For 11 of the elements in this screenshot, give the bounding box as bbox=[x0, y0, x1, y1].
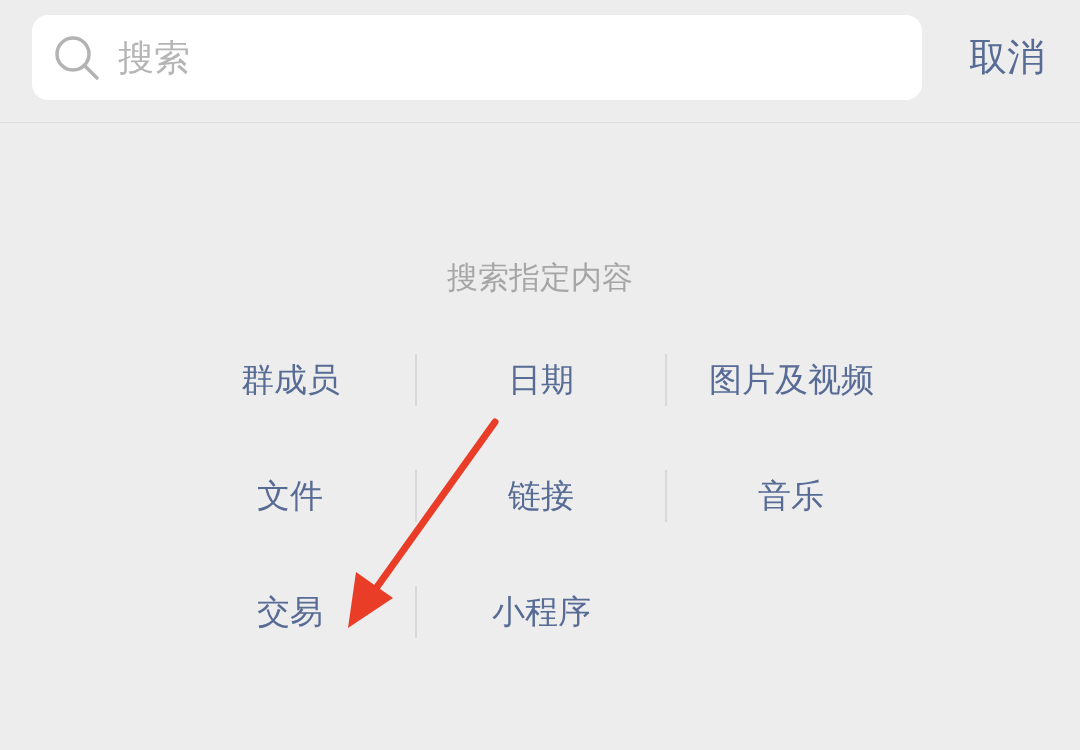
category-link[interactable]: 文件 bbox=[257, 473, 323, 519]
cancel-link[interactable]: 取消 bbox=[969, 32, 1045, 83]
category-link[interactable]: 链接 bbox=[508, 473, 574, 519]
category-link[interactable]: 群成员 bbox=[240, 357, 340, 403]
section-title: 搜索指定内容 bbox=[446, 258, 634, 297]
search-field[interactable]: 搜索 bbox=[32, 15, 922, 100]
category-link[interactable]: 日期 bbox=[508, 357, 574, 403]
category-link[interactable]: 小程序 bbox=[491, 589, 591, 635]
category-link[interactable]: 交易 bbox=[257, 589, 323, 635]
category-link[interactable]: 音乐 bbox=[758, 473, 824, 519]
category-link[interactable]: 图片及视频 bbox=[708, 357, 874, 403]
